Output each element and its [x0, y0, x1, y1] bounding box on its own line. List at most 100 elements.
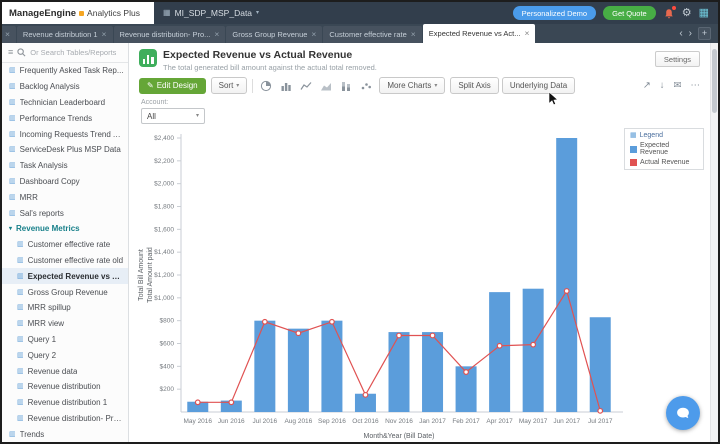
chevron-down-icon: ▾	[434, 82, 438, 89]
personalized-demo-button[interactable]: Personalized Demo	[512, 6, 597, 20]
report-tab-gross-group-revenue[interactable]: Gross Group Revenue ×	[226, 26, 323, 43]
brand-dot-icon	[79, 10, 85, 16]
sidebar-item-revenue-distribution-1[interactable]: ▥ Revenue distribution 1	[2, 395, 128, 411]
bar-expected-revenue-may-2017[interactable]	[522, 288, 544, 412]
legend-entry-expected-revenue[interactable]: Expected Revenue	[630, 142, 698, 156]
report-tab-revenue-distribution-1[interactable]: Revenue distribution 1 ×	[16, 26, 113, 43]
sidebar-item-performance-trends[interactable]: ▥ Performance Trends	[2, 110, 128, 126]
mail-icon[interactable]: ✉	[674, 81, 682, 91]
report-tab-expected-revenue-vs-act[interactable]: Expected Revenue vs Act... ×	[422, 24, 536, 43]
sidebar-item-sal-s-reports[interactable]: ▥ Sal's reports	[2, 205, 128, 221]
x-axis-title: Month&Year (Bill Date)	[364, 433, 435, 440]
sidebar-item-dashboard-copy[interactable]: ▥ Dashboard Copy	[2, 174, 128, 190]
new-tab-button[interactable]: +	[698, 27, 711, 40]
line-chart-icon[interactable]	[298, 78, 314, 93]
tab-close-icon[interactable]: ×	[5, 30, 10, 39]
toolbar-divider	[252, 78, 254, 93]
point-actual-revenue-jun-2017[interactable]	[563, 288, 570, 294]
bar-expected-revenue-jul-2017[interactable]	[589, 317, 611, 412]
point-actual-revenue-may-2017[interactable]	[530, 341, 537, 348]
tabs-scroll-right-icon[interactable]: ›	[689, 28, 692, 39]
point-actual-revenue-jun-2016[interactable]	[228, 399, 235, 406]
bar-expected-revenue-jun-2017[interactable]	[556, 138, 578, 412]
split-axis-button[interactable]: Split Axis	[450, 77, 499, 94]
point-actual-revenue-feb-2017[interactable]	[463, 369, 469, 375]
point-actual-revenue-sep-2016[interactable]	[329, 318, 335, 325]
notification-badge	[671, 6, 676, 10]
sidebar-item-technician-leaderboard[interactable]: ▥ Technician Leaderboard	[2, 95, 128, 111]
download-icon[interactable]: ↓	[660, 81, 665, 91]
sidebar-item-expected-revenue-vs-actual[interactable]: ▥Expected Revenue vs Actual...	[2, 268, 128, 285]
sidebar-item-query-2[interactable]: ▥ Query 2	[2, 347, 128, 363]
bar-expected-revenue-aug-2016[interactable]	[287, 328, 309, 412]
sidebar-item-frequently-asked-task-rep[interactable]: ▥ Frequently Asked Task Rep...	[2, 63, 128, 79]
report-tab-revenue-distribution-pro[interactable]: Revenue distribution- Pro... ×	[113, 26, 226, 43]
point-actual-revenue-jul-2017[interactable]	[597, 407, 604, 414]
tab-close-icon[interactable]: ×	[311, 30, 316, 39]
sidebar-item-mrr-view[interactable]: ▥ MRR view	[2, 316, 128, 332]
notifications-bell-icon[interactable]	[663, 6, 676, 19]
sidebar-item-trends[interactable]: ▥ Trends	[2, 426, 128, 442]
point-actual-revenue-jan-2017[interactable]	[429, 332, 436, 339]
underlying-data-button[interactable]: Underlying Data	[501, 77, 576, 94]
sidebar-item-mrr-spillup[interactable]: ▥ MRR spillup	[2, 300, 128, 316]
point-actual-revenue-nov-2016[interactable]	[396, 332, 402, 339]
more-charts-button[interactable]: More Charts ▾	[379, 77, 446, 94]
sidebar-item-query-1[interactable]: ▥ Query 1	[2, 332, 128, 348]
sidebar-item-backlog-analysis[interactable]: ▥ Backlog Analysis	[2, 79, 128, 95]
area-chart-icon[interactable]	[318, 78, 334, 93]
report-panel: Expected Revenue vs Actual Revenue The t…	[129, 43, 710, 442]
sidebar-item-label: Performance Trends	[19, 113, 93, 123]
bar-expected-revenue-jul-2016[interactable]	[254, 320, 276, 412]
workspace-switcher[interactable]: ▦ MI_SDP_MSP_Data ▾	[154, 8, 268, 18]
bar-chart-icon[interactable]	[278, 78, 294, 93]
sidebar-item-mrr[interactable]: ▥ MRR	[2, 189, 128, 205]
sidebar-item-revenue-distribution[interactable]: ▥ Revenue distribution	[2, 379, 128, 395]
stacked-chart-icon[interactable]	[338, 78, 354, 93]
edit-design-button[interactable]: ✎ Edit Design	[139, 77, 206, 94]
point-actual-revenue-oct-2016[interactable]	[362, 391, 369, 398]
sidebar-item-revenue-data[interactable]: ▥ Revenue data	[2, 363, 128, 379]
sidebar-section-revenue-metrics[interactable]: ▾ Revenue Metrics	[2, 221, 128, 237]
sidebar-search[interactable]: ≡ Or Search Tables/Reports	[2, 43, 128, 63]
report-tab-data[interactable]: ... data×	[2, 26, 16, 43]
scatter-chart-icon[interactable]	[358, 78, 374, 93]
bar-expected-revenue-nov-2016[interactable]	[388, 332, 410, 412]
get-quote-button[interactable]: Get Quote	[603, 6, 656, 20]
point-actual-revenue-may-2016[interactable]	[194, 399, 201, 406]
tabs-scroll-left-icon[interactable]: ‹	[679, 28, 682, 39]
point-actual-revenue-apr-2017[interactable]	[496, 342, 503, 349]
page-scrollbar[interactable]	[710, 43, 718, 442]
tab-close-icon[interactable]: ×	[411, 30, 416, 39]
tab-close-icon[interactable]: ×	[524, 29, 529, 38]
account-filter-select[interactable]: All ▾	[141, 108, 205, 124]
sidebar-item-revenue-distribution-proper[interactable]: ▥ Revenue distribution- Proper	[2, 411, 128, 427]
list-view-icon[interactable]: ≡	[8, 48, 13, 57]
pie-chart-icon[interactable]	[258, 78, 274, 93]
sidebar-item-servicedesk-plus-msp-data[interactable]: ▥ ServiceDesk Plus MSP Data	[2, 142, 128, 158]
revenue-chart[interactable]: $200 $400 $600 $800 $1,000 $1,200 $1,400 $1,600…	[133, 126, 693, 442]
bar-expected-revenue-sep-2016[interactable]	[321, 320, 343, 412]
sidebar-item-incoming-requests-trend-a[interactable]: ▥ Incoming Requests Trend A...	[2, 126, 128, 142]
share-icon[interactable]: ↗	[643, 81, 651, 91]
settings-gear-icon[interactable]: ⚙	[682, 7, 692, 19]
legend-color-chip	[630, 145, 637, 153]
sidebar-item-task-analysis[interactable]: ▥ Task Analysis	[2, 158, 128, 174]
report-item-icon: ▥	[17, 304, 24, 312]
settings-button[interactable]: Settings	[654, 51, 700, 67]
point-actual-revenue-aug-2016[interactable]	[295, 330, 302, 337]
sidebar-item-label: MRR spillup	[27, 303, 71, 313]
chat-fab-button[interactable]	[666, 396, 700, 430]
sidebar-item-customer-effective-rate-old[interactable]: ▥ Customer effective rate old	[2, 253, 128, 269]
scrollbar-thumb[interactable]	[712, 49, 717, 113]
tab-close-icon[interactable]: ×	[214, 30, 219, 39]
point-actual-revenue-jul-2016[interactable]	[261, 318, 268, 325]
more-options-icon[interactable]: ⋯	[691, 81, 701, 91]
apps-grid-icon[interactable]: ▦	[699, 7, 709, 19]
sidebar-item-customer-effective-rate[interactable]: ▥ Customer effective rate	[2, 237, 128, 253]
legend-entry-actual-revenue[interactable]: Actual Revenue	[630, 159, 698, 166]
sort-button[interactable]: Sort ▾	[210, 77, 248, 94]
sidebar-item-gross-group-revenue[interactable]: ▥ Gross Group Revenue	[2, 284, 128, 300]
tab-close-icon[interactable]: ×	[102, 30, 107, 39]
report-tab-customer-effective-rate[interactable]: Customer effective rate ×	[323, 26, 422, 43]
